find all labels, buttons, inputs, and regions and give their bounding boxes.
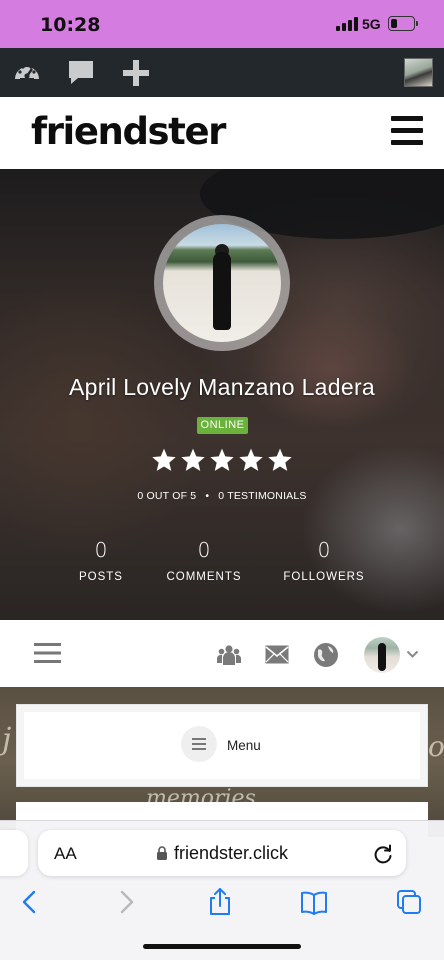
status-time: 10:28 [40, 14, 101, 36]
star-icon [268, 448, 292, 471]
rating-stars [151, 447, 295, 475]
star-icon [239, 448, 263, 471]
back-icon[interactable] [15, 887, 45, 917]
signal-icon [336, 17, 358, 31]
globe-icon[interactable] [313, 642, 339, 668]
menu-label[interactable]: Menu [227, 738, 261, 753]
groups-icon[interactable] [217, 643, 241, 667]
star-icon [152, 448, 176, 471]
separator-dot: • [205, 490, 210, 502]
home-indicator [143, 944, 301, 949]
profile-avatar[interactable] [163, 224, 281, 342]
stat-posts[interactable]: 0 POSTS [41, 538, 161, 583]
previous-tab[interactable] [0, 830, 28, 876]
stat-posts-value: 0 [94, 538, 108, 562]
battery-tip [416, 21, 418, 26]
dashboard-icon[interactable] [12, 58, 42, 88]
plus-icon[interactable] [121, 58, 151, 88]
menu-toggle-icon [192, 738, 206, 750]
rating-summary: 0 OUT OF 5 • 0 TESTIMONIALS [0, 490, 444, 502]
cover-script-right: o [428, 730, 444, 763]
url-text[interactable]: friendster.click [174, 843, 288, 864]
site-menu-button[interactable] [391, 116, 423, 146]
chevron-down-icon[interactable] [406, 650, 419, 659]
tabs-icon[interactable] [394, 887, 424, 917]
stat-followers-label: FOLLOWERS [283, 571, 365, 583]
site-logo[interactable]: friendster [31, 110, 226, 153]
battery-icon [388, 16, 415, 31]
forward-icon[interactable] [111, 887, 141, 917]
stat-comments-label: COMMENTS [166, 571, 242, 583]
lock-icon [157, 846, 167, 860]
testimonials-count[interactable]: 0 TESTIMONIALS [218, 490, 306, 502]
stat-comments[interactable]: 0 COMMENTS [144, 538, 264, 583]
reload-icon[interactable] [372, 843, 394, 865]
comment-icon[interactable] [66, 58, 96, 88]
online-status-badge: ONLINE [197, 417, 248, 434]
star-icon [210, 448, 234, 471]
star-icon [181, 448, 205, 471]
network-label: 5G [362, 16, 381, 32]
stat-followers[interactable]: 0 FOLLOWERS [264, 538, 384, 583]
user-avatar[interactable] [364, 637, 400, 673]
battery-level [390, 18, 397, 28]
reader-options-button[interactable]: AA [54, 844, 77, 864]
rating-score: 0 OUT OF 5 [137, 490, 197, 502]
menu-card-inner [24, 712, 420, 779]
stat-comments-value: 0 [197, 538, 211, 562]
profile-name: April Lovely Manzano Ladera [69, 374, 375, 400]
admin-avatar[interactable] [404, 58, 433, 87]
stat-followers-value: 0 [317, 538, 331, 562]
cover-script-left: j [2, 722, 12, 757]
stat-posts-label: POSTS [79, 571, 123, 583]
bookmarks-icon[interactable] [299, 887, 329, 917]
mail-icon[interactable] [265, 645, 289, 664]
share-icon[interactable] [205, 887, 235, 917]
menu-icon[interactable] [34, 642, 61, 664]
menu-toggle-button[interactable] [181, 726, 217, 762]
